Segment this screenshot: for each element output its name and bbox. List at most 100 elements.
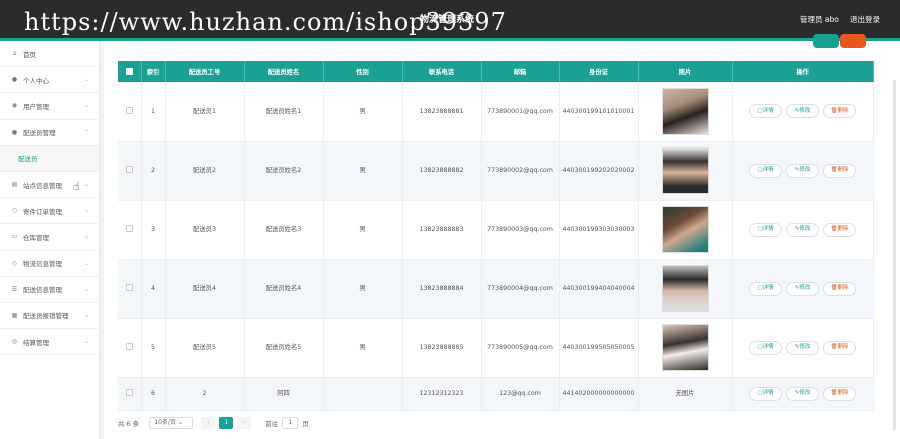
edit-button[interactable]: ✎ 修改 <box>786 340 819 355</box>
edit-button[interactable]: ✎ 修改 <box>786 163 819 178</box>
cell-courier-no: 配送员3 <box>165 200 245 260</box>
delete-button[interactable]: 🗑 删除 <box>823 340 856 355</box>
next-page-button[interactable]: › <box>237 417 252 429</box>
cell-email: 773890004@qq.com <box>481 259 560 319</box>
cell-courier-name: 配送员姓名5 <box>244 318 324 378</box>
row-checkbox[interactable] <box>125 389 133 397</box>
user-label: 管理员 abo <box>800 15 839 24</box>
goto-page-input[interactable]: 1 <box>282 417 299 429</box>
user-icon: ◉ <box>11 102 18 110</box>
sidebar-item-reimbursement[interactable]: ▦ 配送员报销管理 ⌄ <box>0 303 99 330</box>
cell-phone: 12312312323 <box>402 377 482 411</box>
delete-button[interactable]: 🗑 删除 <box>823 104 856 119</box>
pagination: 共 6 条 10条/页 ⌄ ‹ 1 › 前往 1 页 <box>118 416 309 430</box>
select-all-checkbox-cell[interactable] <box>118 61 142 82</box>
watermark-text: https://www.huzhan.com/ishop39397 <box>24 8 507 36</box>
cell-email: 773890001@qq.com <box>481 82 560 142</box>
edit-button[interactable]: ✎ 修改 <box>786 222 819 237</box>
table-row: 4 配送员4 配送员姓名4 男 13823888884 773890004@qq… <box>118 259 874 319</box>
page-size-select[interactable]: 10条/页 ⌄ <box>149 417 194 429</box>
column-header: 邮箱 <box>481 61 560 82</box>
row-checkbox[interactable] <box>125 343 133 351</box>
logout-button[interactable]: 退出登录 <box>850 14 880 25</box>
detail-button[interactable]: ▢ 详情 <box>749 222 782 237</box>
row-checkbox[interactable] <box>125 284 133 292</box>
courier-photo <box>661 87 709 135</box>
column-header: 操作 <box>732 61 874 82</box>
warehouse-icon: ▭ <box>11 233 18 241</box>
cell-id-card: 440300199202020002 <box>559 141 639 201</box>
sidebar-item-settlement[interactable]: ◎ 结算管理 ⌄ <box>0 329 99 356</box>
cell-courier-no: 配送员1 <box>165 82 245 142</box>
add-button[interactable] <box>813 34 839 48</box>
sidebar-item-warehouse[interactable]: ▭ 仓库管理 ⌄ <box>0 224 99 251</box>
chevron-down-icon: ⌄ <box>83 102 89 110</box>
detail-button[interactable]: ▢ 详情 <box>749 386 782 401</box>
station-icon: ▤ <box>11 181 18 189</box>
row-checkbox[interactable] <box>125 166 133 174</box>
checkbox[interactable] <box>125 67 133 75</box>
courier-photo <box>661 206 709 253</box>
table-row: 2 配送员2 配送员姓名2 男 13823888882 773890002@qq… <box>118 141 874 201</box>
cell-index: 2 <box>141 141 166 201</box>
vertical-scrollbar[interactable] <box>893 80 896 430</box>
edit-button[interactable]: ✎ 修改 <box>786 104 819 119</box>
order-icon: ○ <box>11 207 18 215</box>
prev-page-button[interactable]: ‹ <box>201 417 216 429</box>
cell-gender: 男 <box>323 318 403 378</box>
sidebar-item-users[interactable]: ◉ 用户管理 ⌄ <box>0 93 99 120</box>
sidebar-item-profile[interactable]: ● 个人中心 ⌄ <box>0 67 99 94</box>
cell-gender <box>323 377 403 411</box>
cell-phone: 13823888884 <box>402 259 482 319</box>
cell-courier-name: 阿四 <box>244 377 324 411</box>
cell-email: 773890003@qq.com <box>481 200 560 260</box>
detail-button[interactable]: ▢ 详情 <box>749 281 782 296</box>
sidebar-item-label: 物流信息管理 <box>23 260 62 269</box>
delete-button[interactable]: 🗑 删除 <box>823 386 856 401</box>
column-header: 照片 <box>638 61 733 82</box>
sidebar-item-home[interactable]: ⌂ 首页 <box>0 41 99 68</box>
page-number-current[interactable]: 1 <box>219 417 234 429</box>
courier-table: 索引 配送员工号 配送员姓名 性别 联系电话 邮箱 身份证 照片 操作 1 配送… <box>118 61 874 411</box>
sidebar-item-label: 仓库管理 <box>23 233 49 242</box>
sidebar-item-label: 站点信息管理 <box>23 181 62 190</box>
sidebar-item-station[interactable]: ▤ 站点信息管理 ⌄ <box>0 172 99 199</box>
row-checkbox[interactable] <box>125 225 133 233</box>
detail-button[interactable]: ▢ 详情 <box>749 163 782 178</box>
column-header: 身份证 <box>559 61 639 82</box>
logistics-icon: ◇ <box>12 259 17 267</box>
sidebar-item-logistics[interactable]: ◇ 物流信息管理 ⌄ <box>0 251 99 277</box>
delete-button[interactable]: 🗑 删除 <box>823 222 856 237</box>
page-suffix: 页 <box>302 420 309 428</box>
sidebar-item-courier-management[interactable]: ● 配送员管理 ⌃ <box>0 120 99 146</box>
cell-gender: 男 <box>323 82 403 142</box>
sidebar-item-label: 寄件订单管理 <box>23 207 62 216</box>
sidebar-item-label: 结算管理 <box>23 338 49 347</box>
sidebar-item-delivery[interactable]: ☰ 配送信息管理 ⌄ <box>0 277 99 303</box>
reimburse-icon: ▦ <box>11 311 18 319</box>
column-header: 性别 <box>323 61 403 82</box>
cell-index: 3 <box>141 200 166 260</box>
sidebar-item-label: 个人中心 <box>23 76 49 85</box>
sidebar-item-label: 配送员报销管理 <box>23 312 69 321</box>
sidebar-item-orders[interactable]: ○ 寄件订单管理 ⌄ <box>0 198 99 225</box>
home-icon: ⌂ <box>12 50 17 58</box>
cell-phone: 13823888881 <box>402 82 482 142</box>
cell-index: 5 <box>141 318 166 378</box>
sidebar-subitem-courier[interactable]: 配送员 <box>0 145 99 172</box>
edit-button[interactable]: ✎ 修改 <box>786 281 819 296</box>
row-checkbox[interactable] <box>125 107 133 115</box>
detail-button[interactable]: ▢ 详情 <box>749 340 782 355</box>
table-row: 6 2 阿四 12312312323 123@qq.com 4414020000… <box>118 377 874 411</box>
cell-email: 773890002@qq.com <box>481 141 560 201</box>
detail-button[interactable]: ▢ 详情 <box>749 104 782 119</box>
cell-id-card: 440300199101010001 <box>559 82 639 142</box>
delete-button[interactable]: 🗑 删除 <box>823 281 856 296</box>
column-header: 配送员姓名 <box>244 61 324 82</box>
table-row: 5 配送员5 配送员姓名5 男 13823888885 773890005@qq… <box>118 318 874 378</box>
chevron-down-icon: ⌄ <box>83 285 89 293</box>
chevron-up-icon: ⌃ <box>83 128 89 136</box>
edit-button[interactable]: ✎ 修改 <box>786 386 819 401</box>
batch-delete-button[interactable] <box>840 34 866 48</box>
delete-button[interactable]: 🗑 删除 <box>823 163 856 178</box>
